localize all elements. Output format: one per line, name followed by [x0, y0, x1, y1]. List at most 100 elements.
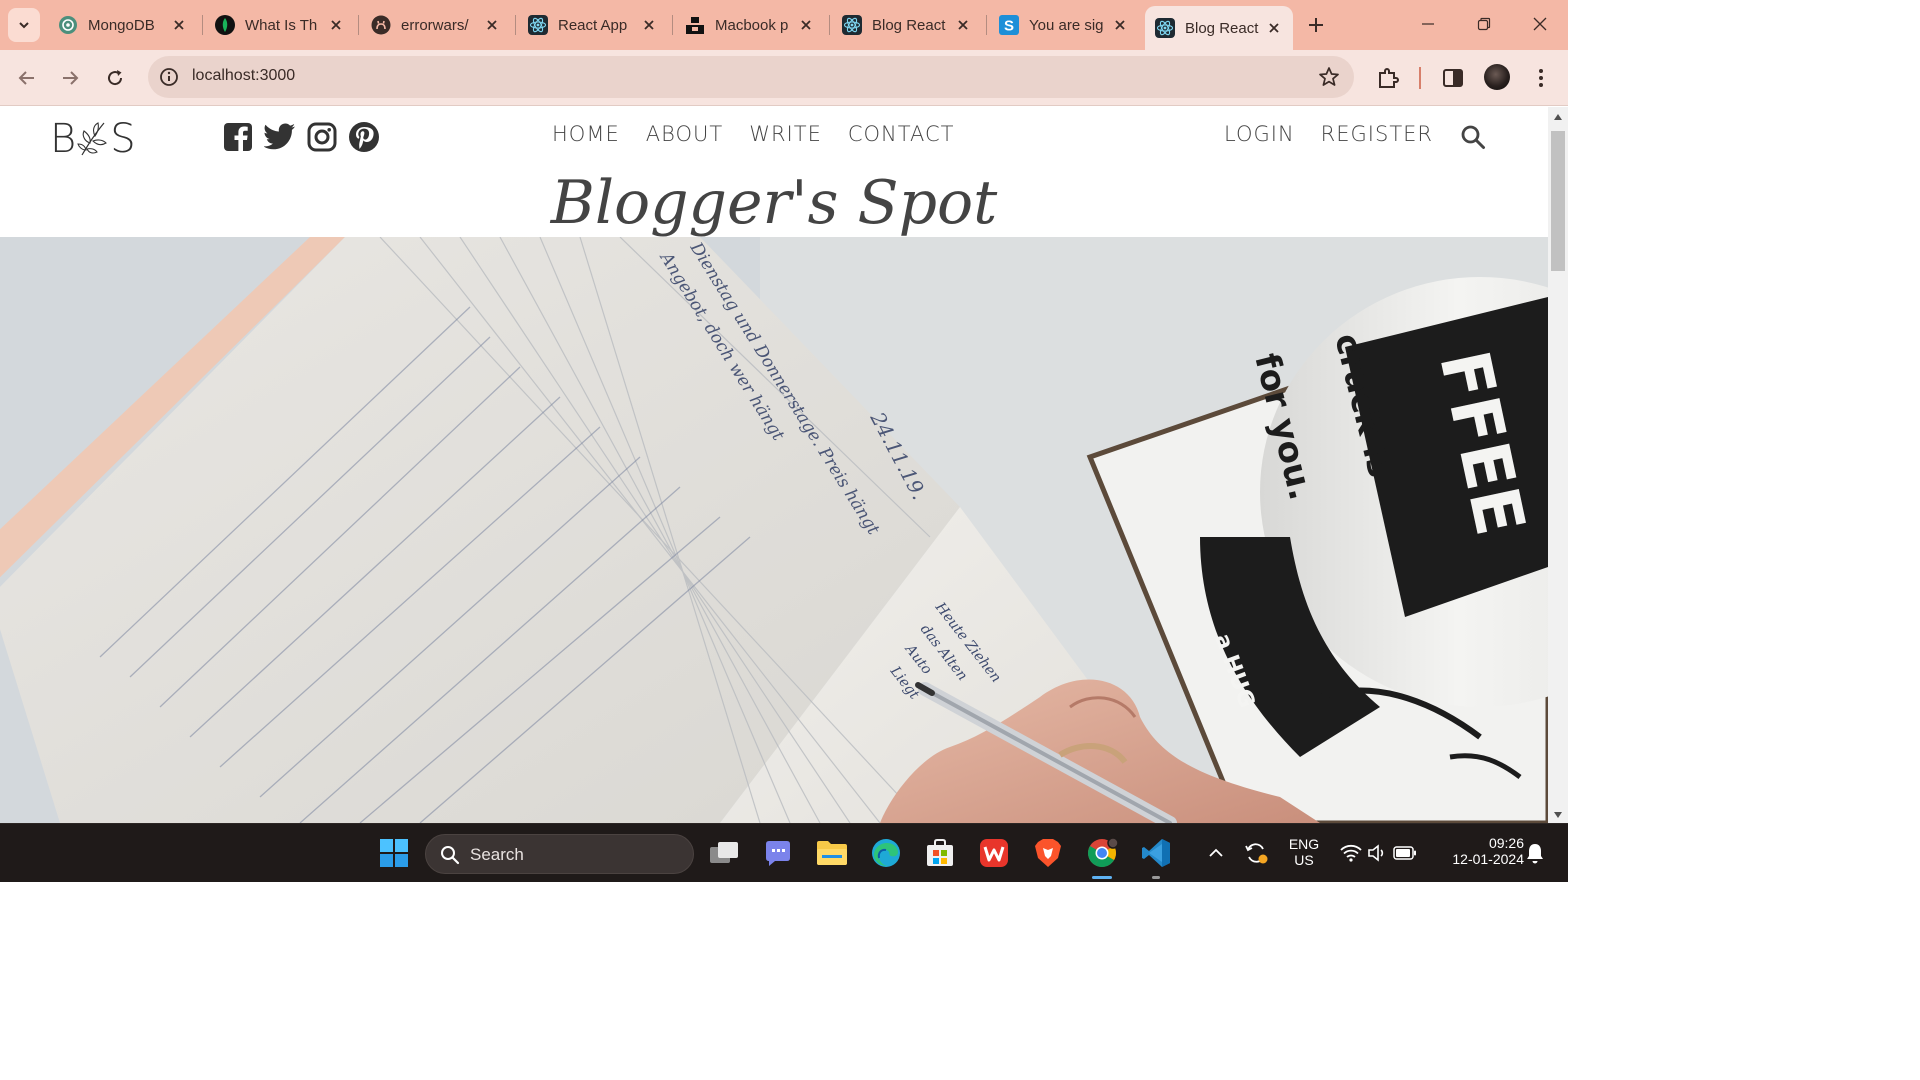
nav-home[interactable]: HOME [552, 122, 620, 146]
tab-title: MongoDB [88, 16, 155, 34]
ms-store-button[interactable] [920, 833, 960, 873]
side-panel-button[interactable] [1439, 64, 1467, 92]
reload-button[interactable] [97, 60, 133, 96]
scroll-down-icon[interactable] [1553, 811, 1563, 819]
tab-errorwars[interactable]: errorwars/ [361, 8, 511, 42]
nav-about[interactable]: ABOUT [646, 122, 723, 146]
react-icon [1155, 18, 1175, 38]
tab-mongodb[interactable]: MongoDB [48, 8, 198, 42]
brave-icon [1035, 839, 1061, 867]
windows-icon [380, 839, 408, 867]
file-explorer-button[interactable] [812, 833, 852, 873]
region-code: US [1294, 852, 1314, 868]
language-indicator[interactable]: ENG US [1280, 836, 1328, 868]
notifications-button[interactable] [1520, 833, 1550, 873]
pinterest-icon[interactable] [348, 121, 380, 153]
start-button[interactable] [374, 833, 414, 873]
close-icon [1533, 17, 1547, 31]
sync-tray-icon[interactable] [1238, 833, 1274, 873]
brave-button[interactable] [1028, 833, 1068, 873]
page-viewport: B S HOME ABOUT WRITE CONTACT LOGIN REGIS… [0, 107, 1548, 823]
close-icon[interactable] [168, 14, 190, 36]
close-icon[interactable] [638, 14, 660, 36]
auth-nav: LOGIN REGISTER [1224, 122, 1433, 146]
taskbar-search[interactable]: Search [425, 834, 694, 874]
page-scrollbar[interactable] [1548, 107, 1568, 823]
tab-search-button[interactable] [8, 8, 40, 42]
tab-blog-react-active[interactable]: Blog React [1145, 6, 1293, 50]
minimize-button[interactable] [1400, 0, 1456, 48]
close-icon[interactable] [1263, 17, 1285, 39]
chat-icon [766, 841, 790, 866]
arrow-right-icon [63, 71, 79, 85]
quick-settings-button[interactable] [1336, 833, 1420, 873]
unsplash-icon [685, 15, 705, 35]
new-tab-button[interactable] [1300, 10, 1332, 40]
task-view-icon [710, 842, 738, 863]
more-vertical-icon [1539, 69, 1543, 87]
close-icon[interactable] [952, 14, 974, 36]
tab-title: React App [558, 16, 628, 34]
show-hidden-icons-button[interactable] [1198, 833, 1234, 873]
tab-title: Blog React [1185, 19, 1259, 37]
side-panel-icon [1443, 69, 1463, 87]
wps-icon [980, 839, 1008, 867]
nav-contact[interactable]: CONTACT [848, 122, 955, 146]
chrome-button[interactable] [1082, 833, 1122, 879]
facebook-icon[interactable] [222, 121, 254, 153]
chatgpt-icon [58, 15, 78, 35]
address-bar[interactable]: localhost:3000 [148, 56, 1354, 98]
forward-button[interactable] [52, 60, 88, 96]
clock-date: 12-01-2024 [1452, 851, 1524, 867]
instagram-icon[interactable] [306, 121, 338, 153]
vscode-button[interactable] [1136, 833, 1176, 879]
back-button[interactable] [9, 60, 45, 96]
mongodb-leaf-icon [215, 15, 235, 35]
browser-menu-button[interactable] [1527, 64, 1555, 92]
react-icon [842, 15, 862, 35]
tab-react-app[interactable]: React App [518, 8, 668, 42]
hero-image: 24.11.19. Dienstag und Donnerstage. Prei… [0, 237, 1548, 823]
tab-blog-react-1[interactable]: Blog React [832, 8, 982, 42]
site-info-icon[interactable] [158, 66, 180, 88]
search-icon[interactable] [1460, 124, 1486, 150]
volume-icon [1368, 844, 1384, 862]
language-code: ENG [1288, 836, 1320, 852]
twitter-icon[interactable] [264, 121, 296, 153]
close-icon[interactable] [325, 14, 347, 36]
tab-you-are-signed[interactable]: S You are sig [989, 8, 1139, 42]
tab-what-is[interactable]: What Is Th [205, 8, 355, 42]
social-links [222, 121, 380, 153]
address-url[interactable]: localhost:3000 [192, 67, 295, 85]
bell-icon [1527, 844, 1543, 864]
sync-icon [1245, 843, 1268, 864]
profile-avatar[interactable] [1484, 64, 1510, 90]
edge-button[interactable] [866, 833, 906, 873]
scrollbar-thumb[interactable] [1551, 131, 1565, 271]
teams-chat-button[interactable] [758, 833, 798, 873]
s-icon: S [999, 15, 1019, 35]
windows-taskbar: Search ENG US 09:26 12-01-2024 [0, 823, 1568, 882]
wifi-icon [1340, 844, 1362, 862]
nav-login[interactable]: LOGIN [1224, 122, 1295, 146]
close-icon[interactable] [795, 14, 817, 36]
task-view-button[interactable] [704, 833, 744, 873]
wps-office-button[interactable] [974, 833, 1014, 873]
clock[interactable]: 09:26 12-01-2024 [1430, 835, 1524, 867]
tab-macbook[interactable]: Macbook p [675, 8, 825, 42]
close-window-button[interactable] [1512, 0, 1568, 48]
restore-button[interactable] [1456, 0, 1512, 48]
nav-write[interactable]: WRITE [749, 122, 822, 146]
site-logo[interactable]: B S [50, 119, 136, 159]
tab-title: Macbook p [715, 16, 789, 34]
scroll-up-icon[interactable] [1553, 113, 1563, 121]
bookmark-star-icon[interactable] [1318, 66, 1340, 88]
hero-illustration: 24.11.19. Dienstag und Donnerstage. Prei… [0, 237, 1548, 823]
tab-strip: MongoDB What Is Th errorwars/ React App … [0, 0, 1568, 50]
chevron-up-icon [1209, 848, 1223, 857]
close-icon[interactable] [1109, 14, 1131, 36]
extensions-button[interactable] [1374, 64, 1402, 92]
close-icon[interactable] [481, 14, 503, 36]
nav-register[interactable]: REGISTER [1321, 122, 1433, 146]
taskbar-search-label: Search [470, 845, 524, 864]
